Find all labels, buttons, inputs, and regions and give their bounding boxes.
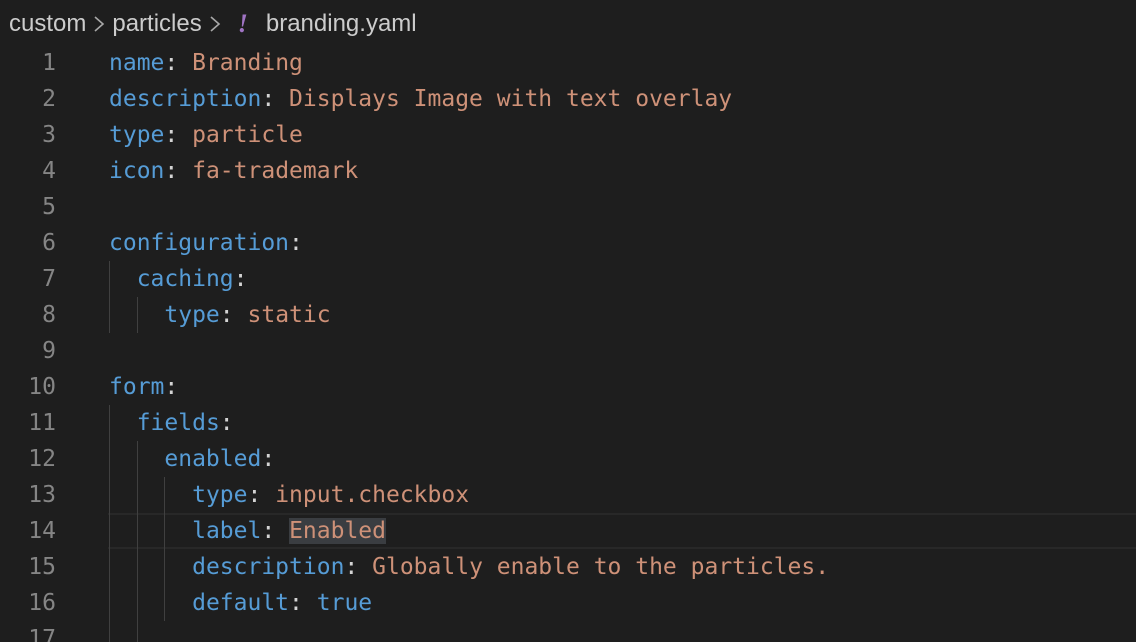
code-line[interactable]: 16 default: true <box>0 585 1136 621</box>
line-number: 14 <box>28 518 56 544</box>
yaml-colon: : <box>233 266 248 292</box>
code-area[interactable]: 1 name: Branding 2 description: Displays Im… <box>0 45 1136 642</box>
line-number: 5 <box>42 194 56 220</box>
line-number: 17 <box>28 626 56 642</box>
line-number: 6 <box>42 230 56 256</box>
yaml-colon: : <box>219 302 234 328</box>
line-number: 16 <box>28 590 56 616</box>
line-content: fields: <box>109 405 234 441</box>
line-number: 9 <box>42 338 56 364</box>
yaml-key: type <box>164 302 220 328</box>
line-content: caching: <box>109 261 248 297</box>
code-line[interactable]: 8 type: static <box>0 297 1136 333</box>
yaml-key: type <box>192 482 248 508</box>
line-number: 12 <box>28 446 56 472</box>
yaml-value: Globally enable to the particles. <box>372 554 830 580</box>
chevron-right-icon <box>92 13 106 35</box>
line-number: 3 <box>42 122 56 148</box>
yaml-colon: : <box>344 554 359 580</box>
yaml-colon: : <box>219 410 234 436</box>
line-number: 4 <box>42 158 56 184</box>
line-content: label: Enabled <box>109 513 386 549</box>
code-line[interactable]: 12 enabled: <box>0 441 1136 477</box>
yaml-value: fa-trademark <box>192 158 359 184</box>
yaml-value: static <box>247 302 331 328</box>
yaml-colon: : <box>164 50 179 76</box>
yaml-key: form <box>109 374 165 400</box>
line-content: default: true <box>109 585 372 621</box>
line-content: type: input.checkbox <box>109 477 469 513</box>
yaml-key: label <box>192 518 262 544</box>
yaml-colon: : <box>261 86 276 112</box>
yaml-colon: : <box>261 518 276 544</box>
line-number: 8 <box>42 302 56 328</box>
line-number: 15 <box>28 554 56 580</box>
yaml-value: particle <box>192 122 303 148</box>
line-number: 11 <box>28 410 56 436</box>
line-content: enabled: <box>109 441 275 477</box>
line-content: type: particle <box>109 117 303 153</box>
line-content: configuration: <box>109 225 303 261</box>
code-line[interactable]: 2 description: Displays Image with text o… <box>0 81 1136 117</box>
yaml-colon: : <box>289 230 303 256</box>
yaml-value: Displays Image with text overlay <box>289 86 733 112</box>
breadcrumb: custom particles ! branding.yaml <box>0 0 1136 48</box>
yaml-key: configuration <box>109 230 290 256</box>
code-line[interactable]: 13 type: input.checkbox <box>0 477 1136 513</box>
code-line[interactable]: 9 <box>0 333 1136 369</box>
yaml-value: Enabled <box>289 518 386 544</box>
code-line[interactable]: 14 label: Enabled <box>0 513 1136 549</box>
line-content: description: Displays Image with text ov… <box>109 81 732 117</box>
yaml-key: default <box>192 590 290 616</box>
code-line[interactable]: 5 <box>0 189 1136 225</box>
line-content: type: static <box>109 297 331 333</box>
chevron-right-icon <box>208 13 222 35</box>
yaml-key: caching <box>136 266 234 292</box>
code-line[interactable]: 11 fields: <box>0 405 1136 441</box>
yaml-colon: : <box>261 446 276 472</box>
indent-guide <box>109 405 110 642</box>
breadcrumb-folder-particles[interactable]: particles <box>112 10 201 38</box>
yaml-key: description <box>109 86 262 112</box>
indent-guide <box>164 477 166 621</box>
code-editor[interactable]: custom particles ! branding.yaml 1 name: … <box>0 0 1136 642</box>
line-content: icon: fa-trademark <box>109 153 358 189</box>
yaml-key: name <box>109 50 165 76</box>
code-line[interactable]: 10 form: <box>0 369 1136 405</box>
yaml-colon: : <box>289 590 303 616</box>
yaml-value: Branding <box>192 50 303 76</box>
yaml-colon: : <box>247 482 262 508</box>
code-line[interactable]: 15 description: Globally enable to the p… <box>0 549 1136 585</box>
line-content: description: Globally enable to the part… <box>109 549 829 585</box>
code-line[interactable]: 3 type: particle <box>0 117 1136 153</box>
yaml-key: icon <box>109 158 165 184</box>
code-line[interactable]: 6 configuration: <box>0 225 1136 261</box>
line-number: 1 <box>42 50 56 76</box>
yaml-colon: : <box>164 122 179 148</box>
yaml-colon: : <box>164 158 179 184</box>
line-number: 2 <box>42 86 56 112</box>
code-line[interactable]: 17 <box>0 621 1136 642</box>
indent-guide <box>136 441 138 642</box>
code-line[interactable]: 1 name: Branding <box>0 45 1136 81</box>
yaml-colon: : <box>164 374 179 400</box>
yaml-key: fields <box>136 410 220 436</box>
line-number: 7 <box>42 266 56 292</box>
code-line[interactable]: 7 caching: <box>0 261 1136 297</box>
yaml-value: true <box>316 590 373 616</box>
code-line[interactable]: 4 icon: fa-trademark <box>0 153 1136 189</box>
breadcrumb-file-branding[interactable]: branding.yaml <box>266 10 417 38</box>
line-content: name: Branding <box>109 45 303 81</box>
indent-guide <box>109 261 110 333</box>
yaml-key: description <box>192 554 345 580</box>
yaml-key: type <box>109 122 165 148</box>
yaml-file-icon: ! <box>237 9 248 38</box>
line-number: 10 <box>28 374 56 400</box>
breadcrumb-folder-custom[interactable]: custom <box>9 10 86 38</box>
yaml-value: input.checkbox <box>275 482 470 508</box>
indent-guide <box>136 297 138 333</box>
line-content: form: <box>109 369 178 405</box>
yaml-key: enabled <box>164 446 262 472</box>
line-number: 13 <box>28 482 56 508</box>
